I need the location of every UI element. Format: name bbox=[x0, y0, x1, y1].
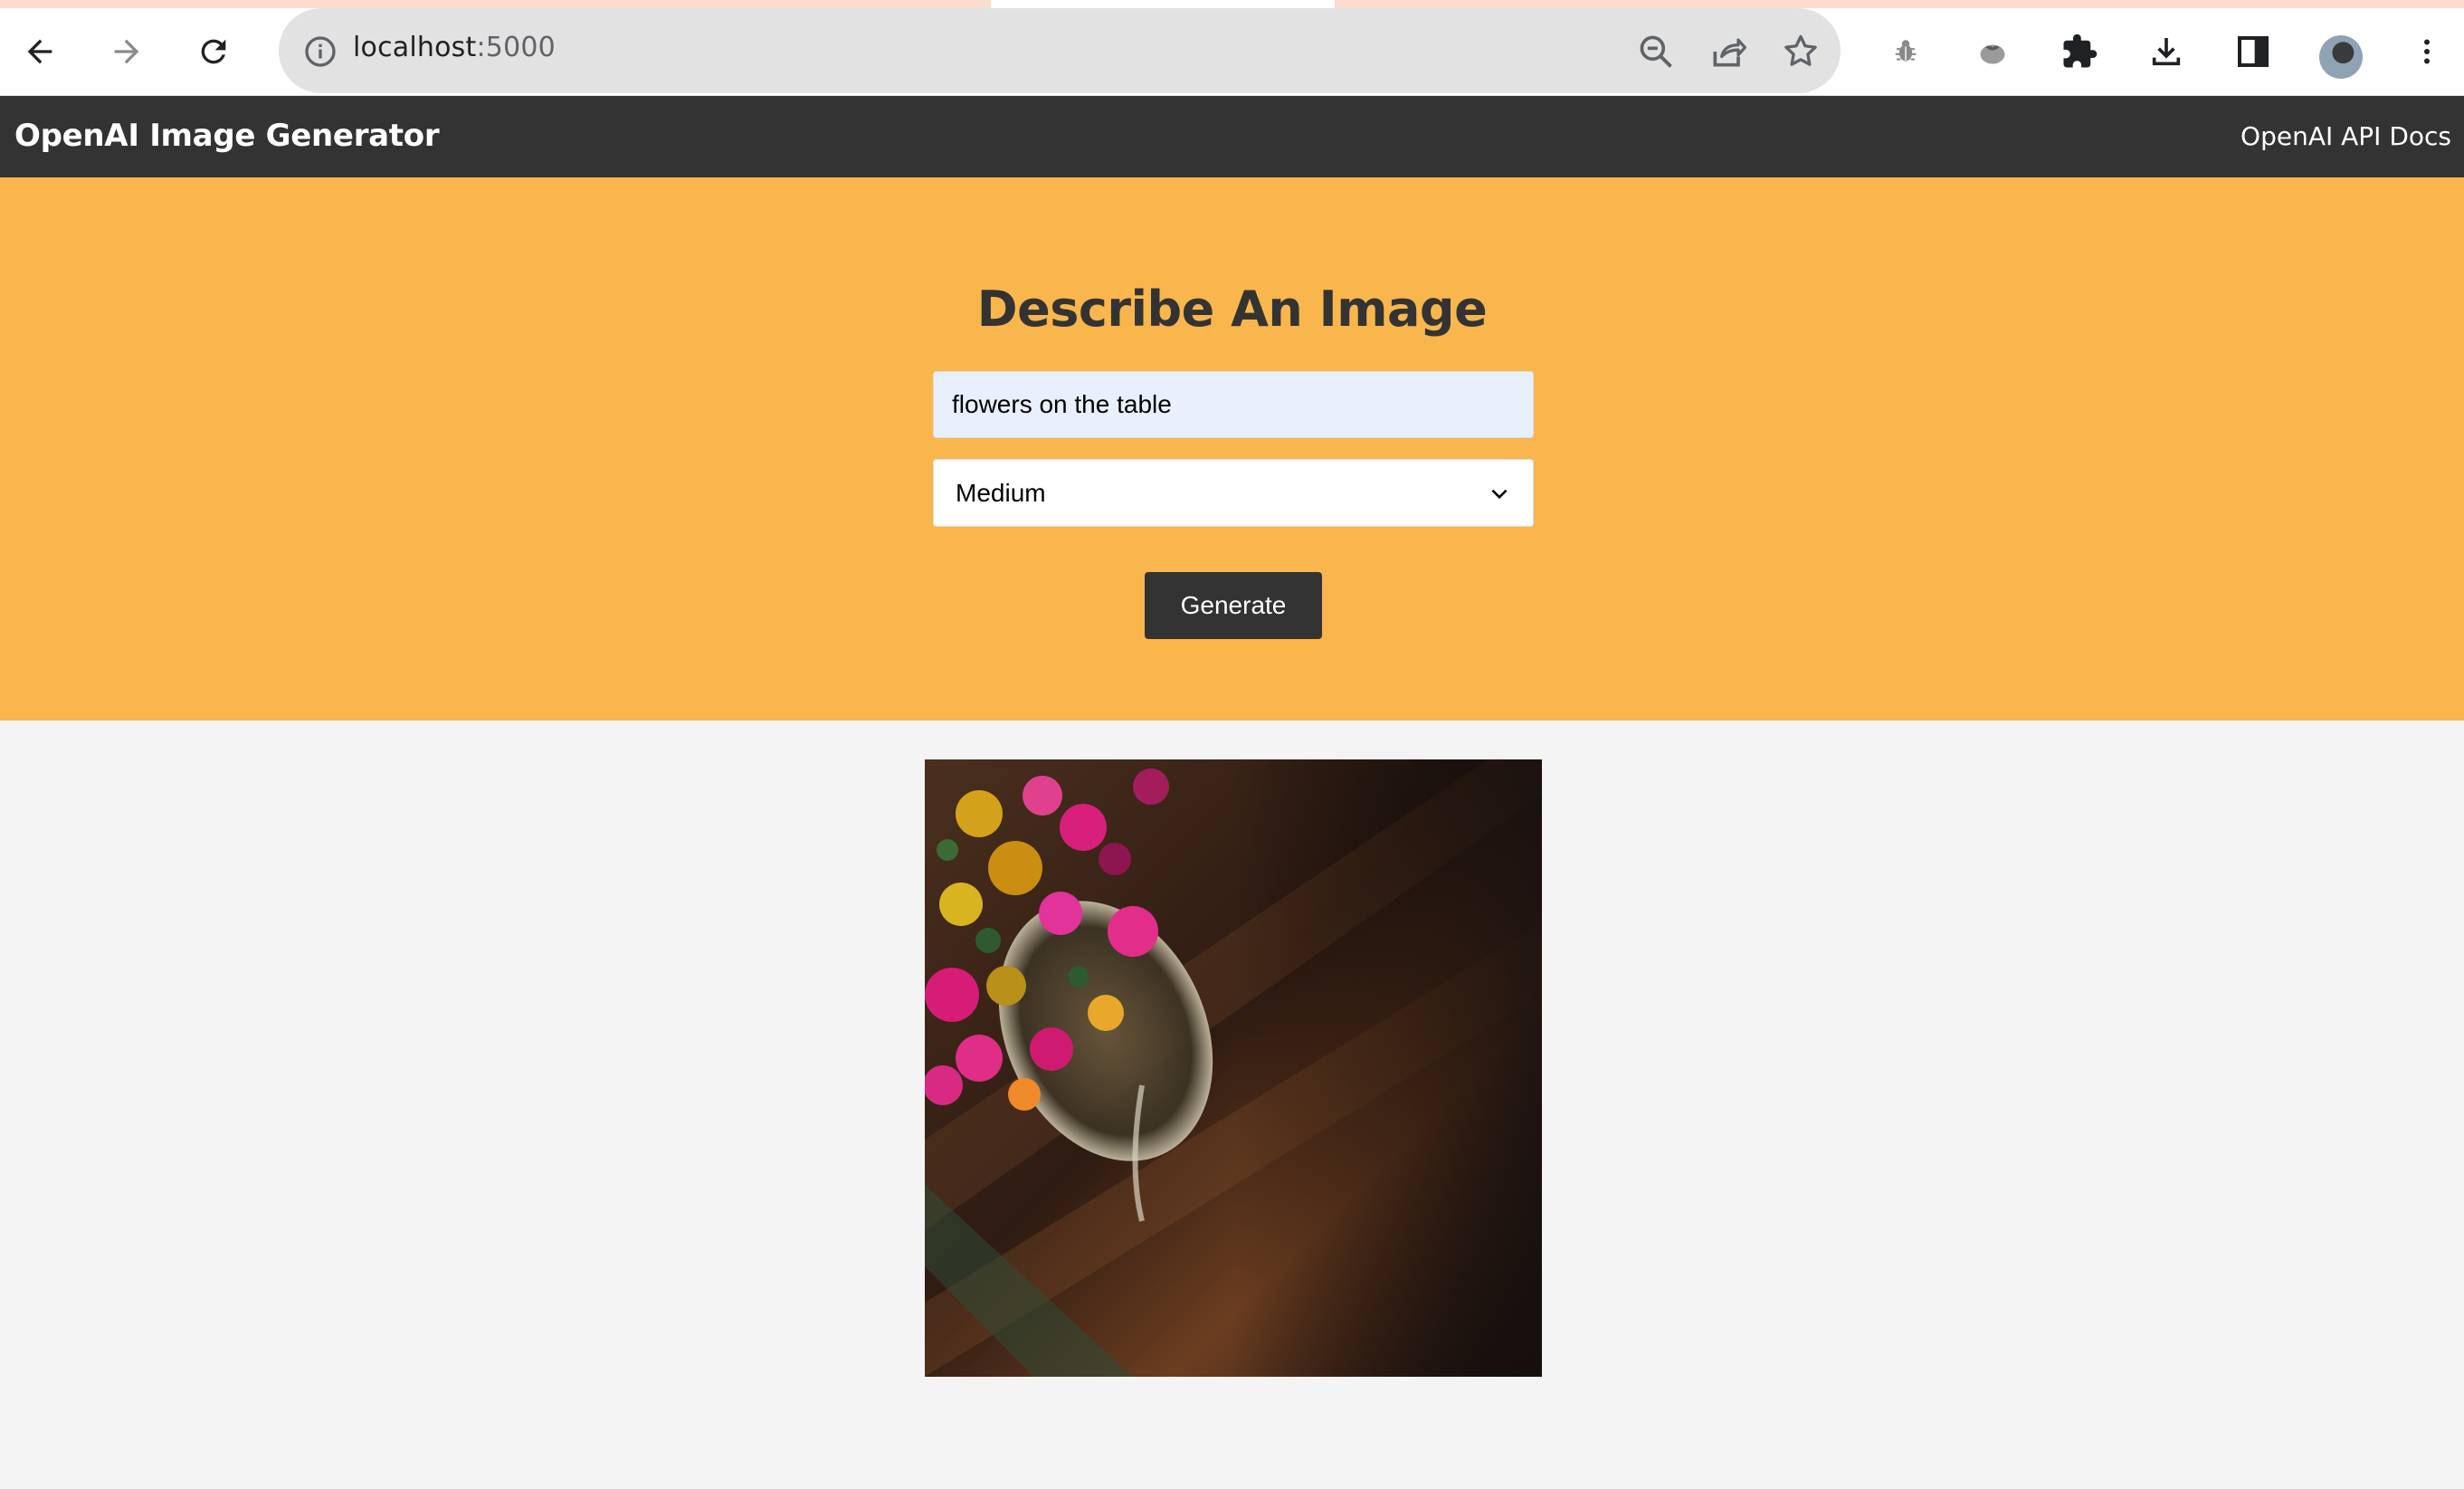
active-tab[interactable] bbox=[991, 0, 1335, 8]
page-title: Describe An Image bbox=[976, 281, 1488, 338]
share-icon[interactable] bbox=[1708, 32, 1748, 72]
brand-logo[interactable]: OpenAI Image Generator bbox=[14, 118, 440, 154]
generate-button[interactable]: Generate bbox=[1145, 572, 1322, 639]
generated-image bbox=[925, 759, 1542, 1377]
more-menu-icon bbox=[2424, 39, 2430, 64]
url-text[interactable]: localhost:5000 bbox=[353, 32, 556, 63]
download-icon bbox=[2152, 38, 2181, 66]
info-icon[interactable] bbox=[302, 33, 338, 70]
generated-image-render bbox=[925, 759, 1542, 1377]
side-panel-button[interactable] bbox=[2233, 32, 2273, 72]
bug-extension-icon bbox=[1895, 40, 1917, 62]
zoom-out-icon[interactable] bbox=[1636, 32, 1676, 72]
chevron-down-icon bbox=[1491, 489, 1508, 499]
more-menu-button[interactable] bbox=[2407, 32, 2447, 72]
prompt-input[interactable] bbox=[933, 371, 1534, 438]
extensions-button[interactable] bbox=[2060, 32, 2099, 72]
forward-button[interactable] bbox=[101, 26, 152, 77]
side-panel-icon bbox=[2238, 36, 2269, 67]
url-host: localhost bbox=[353, 32, 477, 63]
reload-button[interactable] bbox=[188, 26, 239, 77]
size-select[interactable]: Medium bbox=[933, 459, 1534, 527]
back-button[interactable] bbox=[14, 26, 65, 77]
tomato-extension-button[interactable] bbox=[1973, 32, 2012, 72]
tab-strip bbox=[0, 0, 2464, 8]
size-select-value: Medium bbox=[956, 478, 1046, 507]
browser-toolbar: localhost:5000 bbox=[0, 8, 2464, 96]
app-navbar: OpenAI Image Generator OpenAI API Docs bbox=[0, 96, 2464, 177]
forward-icon bbox=[114, 39, 139, 64]
openai-docs-link[interactable]: OpenAI API Docs bbox=[2240, 121, 2451, 151]
download-button[interactable] bbox=[2146, 32, 2186, 72]
bookmark-star-icon[interactable] bbox=[1781, 32, 1821, 72]
bug-extension-button[interactable] bbox=[1886, 32, 1926, 72]
reload-icon bbox=[201, 39, 226, 64]
profile-avatar[interactable] bbox=[2319, 35, 2363, 79]
url-port: :5000 bbox=[476, 32, 556, 63]
showcase-section: Describe An Image Medium Generate bbox=[0, 177, 2464, 721]
address-bar[interactable]: localhost:5000 bbox=[279, 8, 1841, 93]
puzzle-extensions-icon bbox=[2063, 33, 2098, 68]
tomato-extension-icon bbox=[1980, 44, 2005, 64]
back-icon bbox=[27, 39, 52, 64]
